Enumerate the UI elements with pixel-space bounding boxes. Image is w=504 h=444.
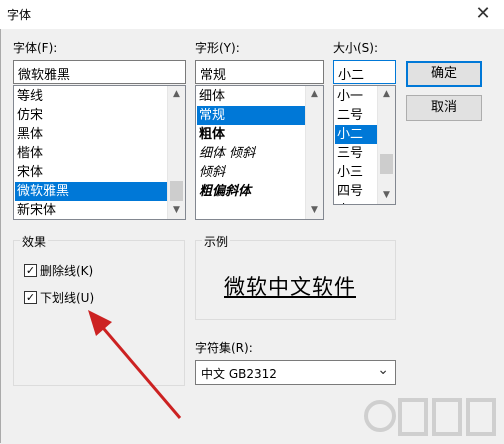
annotation-arrow-icon [88, 310, 182, 419]
cancel-button[interactable]: 取消 [406, 95, 482, 121]
title-bar [0, 0, 504, 29]
style-list-item[interactable]: 细体 [197, 87, 308, 106]
watermark-logo-icon [364, 398, 496, 436]
size-list-item[interactable]: 小二 [335, 125, 380, 144]
scroll-up-icon[interactable]: ▲ [378, 86, 395, 103]
size-list-item[interactable]: 小三 [335, 163, 380, 182]
font-list-item[interactable]: 仿宋 [15, 106, 170, 125]
style-label: 字形(Y): [195, 41, 240, 55]
scroll-down-icon[interactable]: ▼ [168, 202, 185, 219]
size-list-item[interactable]: 四号 [335, 182, 380, 201]
size-list-item[interactable]: 三号 [335, 144, 380, 163]
sample-label: 示例 [202, 233, 231, 250]
scroll-up-icon[interactable]: ▲ [306, 86, 323, 103]
charset-label: 字符集(R): [195, 341, 253, 355]
sample-preview: 微软中文软件 [224, 275, 356, 299]
style-list-item[interactable]: 常规 [197, 106, 308, 125]
watermark-logo [360, 392, 500, 440]
scroll-down-icon[interactable]: ▼ [378, 187, 395, 204]
size-input[interactable]: 小二 [333, 60, 396, 84]
style-list-item[interactable]: 粗体 [197, 125, 308, 144]
underline-checkbox[interactable]: ✓ [24, 291, 37, 304]
style-list-item[interactable]: 细体 倾斜 [197, 144, 308, 163]
font-input[interactable]: 微软雅黑 [13, 60, 186, 84]
scroll-thumb[interactable] [380, 154, 393, 174]
font-list[interactable]: 新宋体 微软雅黑 宋体 楷体 黑体 仿宋 等线 ▲ ▼ [13, 85, 186, 220]
font-list-item[interactable]: 楷体 [15, 144, 170, 163]
scroll-thumb[interactable] [170, 181, 183, 201]
style-input[interactable]: 常规 [195, 60, 324, 84]
font-list-item[interactable]: 黑体 [15, 125, 170, 144]
close-icon[interactable]: ✕ [472, 3, 494, 25]
style-list-item[interactable]: 倾斜 [197, 163, 308, 182]
charset-select[interactable]: 中文 GB2312 ⌄ [195, 360, 396, 385]
font-list-scrollbar[interactable]: ▲ ▼ [167, 86, 185, 219]
size-label: 大小(S): [333, 41, 379, 55]
strikeout-checkbox[interactable]: ✓ [24, 264, 37, 277]
ok-button[interactable]: 确定 [406, 61, 482, 87]
scroll-up-icon[interactable]: ▲ [168, 86, 185, 103]
window-title: 字体 [7, 8, 32, 22]
size-list-item[interactable]: 小一 [335, 87, 380, 106]
font-label: 字体(F): [13, 41, 58, 55]
style-list[interactable]: 粗偏斜体 倾斜 细体 倾斜 粗体 常规 细体 ▲ ▼ [195, 85, 324, 220]
font-list-item[interactable]: 宋体 [15, 163, 170, 182]
effects-label: 效果 [20, 233, 49, 250]
scroll-down-icon[interactable]: ▼ [306, 202, 323, 219]
size-list-item[interactable]: 小四 [335, 201, 380, 204]
font-list-item[interactable]: 新宋体 [15, 201, 170, 219]
font-list-item[interactable]: 微软雅黑 [15, 182, 170, 201]
font-list-item[interactable]: 等线 [15, 87, 170, 106]
style-list-item[interactable]: 粗偏斜体 [197, 182, 308, 201]
charset-value: 中文 GB2312 [201, 367, 277, 381]
style-list-scrollbar[interactable]: ▲ ▼ [305, 86, 323, 219]
size-list-scrollbar[interactable]: ▲ ▼ [377, 86, 395, 204]
size-list[interactable]: 小四四号小三三号小二二号小一 ▲ ▼ [333, 85, 396, 205]
size-list-item[interactable]: 二号 [335, 106, 380, 125]
chevron-down-icon[interactable]: ⌄ [377, 362, 389, 378]
strikeout-label[interactable]: 删除线(K) [40, 262, 93, 279]
